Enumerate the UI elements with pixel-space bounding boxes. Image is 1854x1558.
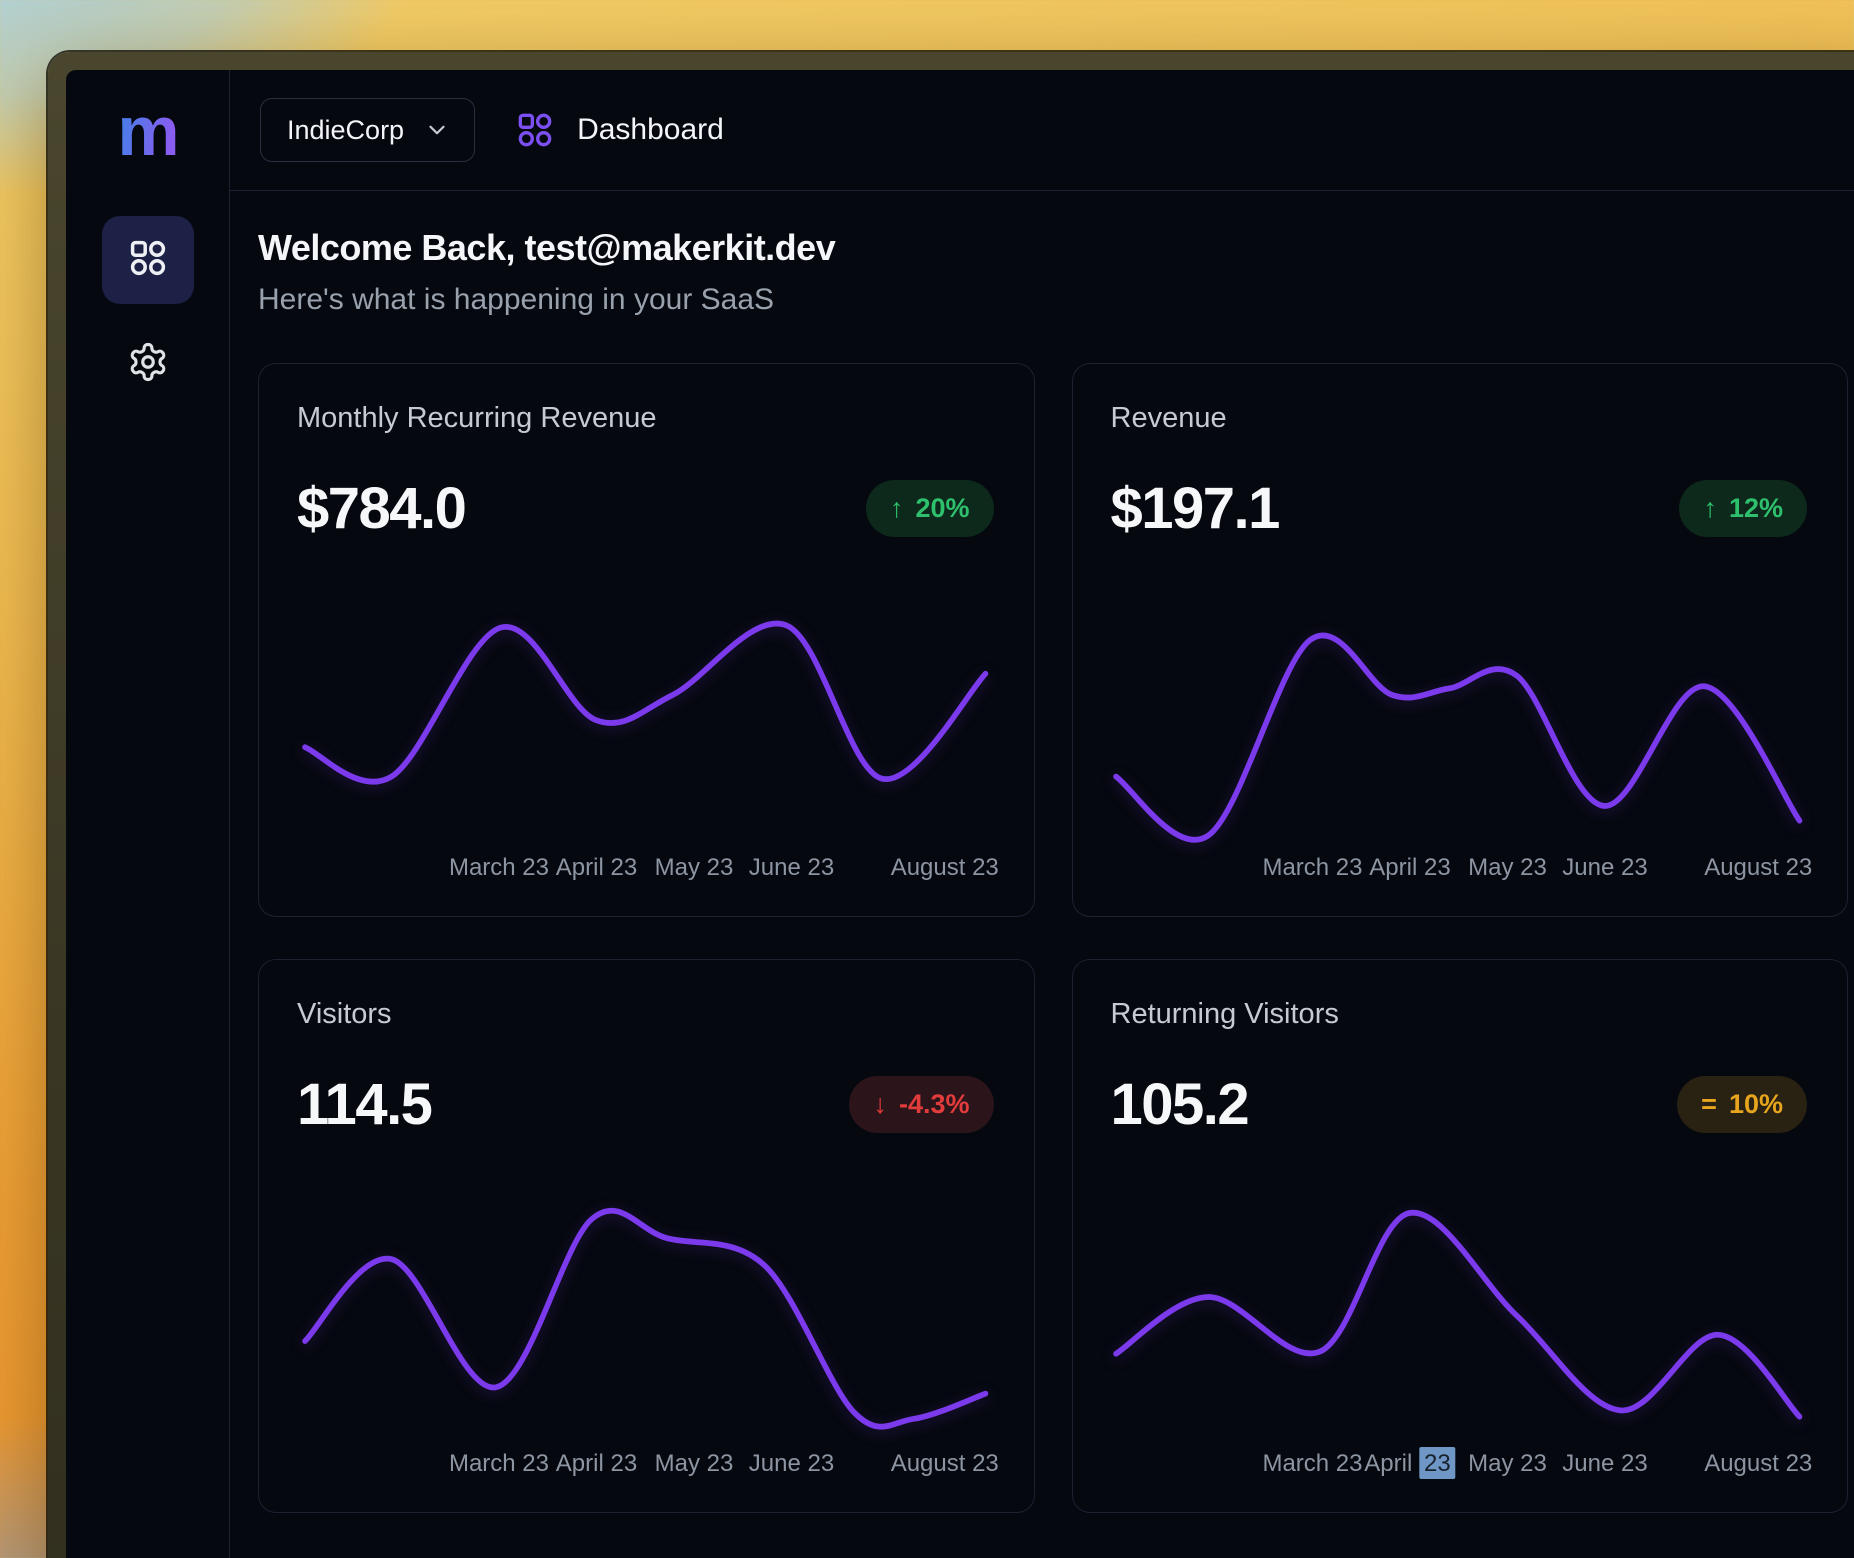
x-axis-label: May 23 — [1468, 1450, 1547, 1478]
trend-label: -4.3% — [899, 1089, 970, 1120]
metric-value: $784.0 — [297, 475, 465, 542]
x-axis: March 23April 23May 23June 23August 23 — [297, 1448, 994, 1482]
value-row: $197.1 ↑ 12% — [1111, 475, 1808, 542]
x-axis-label: April 23 — [1364, 1450, 1455, 1478]
main-area: IndieCorp — [230, 70, 1854, 1558]
makerkit-logo: m — [117, 96, 177, 166]
value-row: $784.0 ↑ 20% — [297, 475, 994, 542]
x-axis-label: June 23 — [1562, 1450, 1647, 1478]
x-axis-label: May 23 — [1468, 854, 1547, 882]
trend-down-icon: ↓ — [873, 1091, 887, 1118]
x-axis-label: June 23 — [1562, 854, 1647, 882]
page-title: Dashboard — [577, 113, 724, 147]
trend-label: 10% — [1729, 1089, 1783, 1120]
team-selector-label: IndieCorp — [287, 115, 404, 146]
metric-value: $197.1 — [1111, 475, 1279, 542]
topbar: IndieCorp — [230, 70, 1854, 191]
chevron-down-icon — [424, 117, 450, 143]
card-visitors: Visitors 114.5 ↓ -4.3% March 23April 23 M… — [258, 959, 1035, 1513]
team-selector-button[interactable]: IndieCorp — [260, 98, 475, 162]
trend-flat-icon: = — [1701, 1091, 1717, 1118]
card-title: Returning Visitors — [1111, 998, 1808, 1031]
line-chart: March 23April 23May 23June 23August 23 — [297, 1166, 994, 1482]
value-row: 105.2 = 10% — [1111, 1071, 1808, 1138]
card-revenue: Revenue $197.1 ↑ 12% March 23April 23 May… — [1072, 363, 1849, 917]
app-window: m — [48, 52, 1854, 1558]
line-chart: March 23April 23May 23June 23August 23 — [1111, 570, 1808, 886]
trend-up-icon: ↑ — [890, 495, 904, 522]
metrics-grid: Monthly Recurring Revenue $784.0 ↑ 20% M… — [258, 363, 1848, 1513]
card-title: Monthly Recurring Revenue — [297, 402, 994, 435]
grid-icon — [515, 110, 555, 150]
line-chart: March 23April 23May 23June 23August 23 — [297, 570, 994, 886]
x-axis-label: April 23 — [556, 854, 637, 882]
desktop-wallpaper: { "sidebar": { "logo": "m", "nav": [ { "… — [0, 0, 1854, 1558]
sidebar-item-dashboard[interactable] — [102, 216, 194, 304]
card-title: Visitors — [297, 998, 994, 1031]
dashboard-content: Welcome Back, test@makerkit.dev Here's w… — [230, 191, 1854, 1513]
x-axis-label: March 23 — [1262, 1450, 1362, 1478]
x-axis-label: March 23 — [449, 854, 549, 882]
x-axis-label: March 23 — [449, 1450, 549, 1478]
x-axis-label: May 23 — [655, 854, 734, 882]
trend-label: 20% — [915, 493, 969, 524]
x-axis-label: March 23 — [1262, 854, 1362, 882]
sidebar-item-settings[interactable] — [118, 334, 178, 394]
selected-text: 23 — [1419, 1447, 1456, 1479]
x-axis-label: August 23 — [1704, 1450, 1812, 1478]
x-axis: March 23April 23May 23June 23August 23 — [1111, 1448, 1808, 1482]
trend-up-icon: ↑ — [1703, 495, 1717, 522]
line-chart: March 23April 23May 23June 23August 23 — [1111, 1166, 1808, 1482]
x-axis-label: August 23 — [1704, 854, 1812, 882]
x-axis-label: August 23 — [891, 1450, 999, 1478]
gear-icon — [127, 341, 169, 388]
metric-value: 105.2 — [1111, 1071, 1249, 1138]
sidebar: m — [66, 70, 230, 1558]
trend-badge: = 10% — [1677, 1076, 1807, 1133]
x-axis: March 23April 23May 23June 23August 23 — [1111, 852, 1808, 886]
grid-icon — [127, 237, 169, 284]
metric-value: 114.5 — [297, 1071, 431, 1138]
card-title: Revenue — [1111, 402, 1808, 435]
card-returning-visitors: Returning Visitors 105.2 = 10% March 23A… — [1072, 959, 1849, 1513]
x-axis-label: June 23 — [749, 854, 834, 882]
trend-badge: ↑ 20% — [866, 480, 994, 537]
trend-badge: ↑ 12% — [1679, 480, 1807, 537]
trend-badge: ↓ -4.3% — [849, 1076, 993, 1133]
makerkit-app: m — [66, 70, 1854, 1558]
card-monthly-recurring-revenue: Monthly Recurring Revenue $784.0 ↑ 20% M… — [258, 363, 1035, 917]
x-axis-label: June 23 — [749, 1450, 834, 1478]
x-axis: March 23April 23May 23June 23August 23 — [297, 852, 994, 886]
x-axis-label: April 23 — [1369, 854, 1450, 882]
x-axis-label: May 23 — [655, 1450, 734, 1478]
welcome-heading: Welcome Back, test@makerkit.dev — [258, 227, 1848, 269]
page-heading: Dashboard — [515, 110, 724, 150]
value-row: 114.5 ↓ -4.3% — [297, 1071, 994, 1138]
x-axis-label: April 23 — [556, 1450, 637, 1478]
trend-label: 12% — [1729, 493, 1783, 524]
welcome-subtitle: Here's what is happening in your SaaS — [258, 283, 1848, 317]
x-axis-label: August 23 — [891, 854, 999, 882]
